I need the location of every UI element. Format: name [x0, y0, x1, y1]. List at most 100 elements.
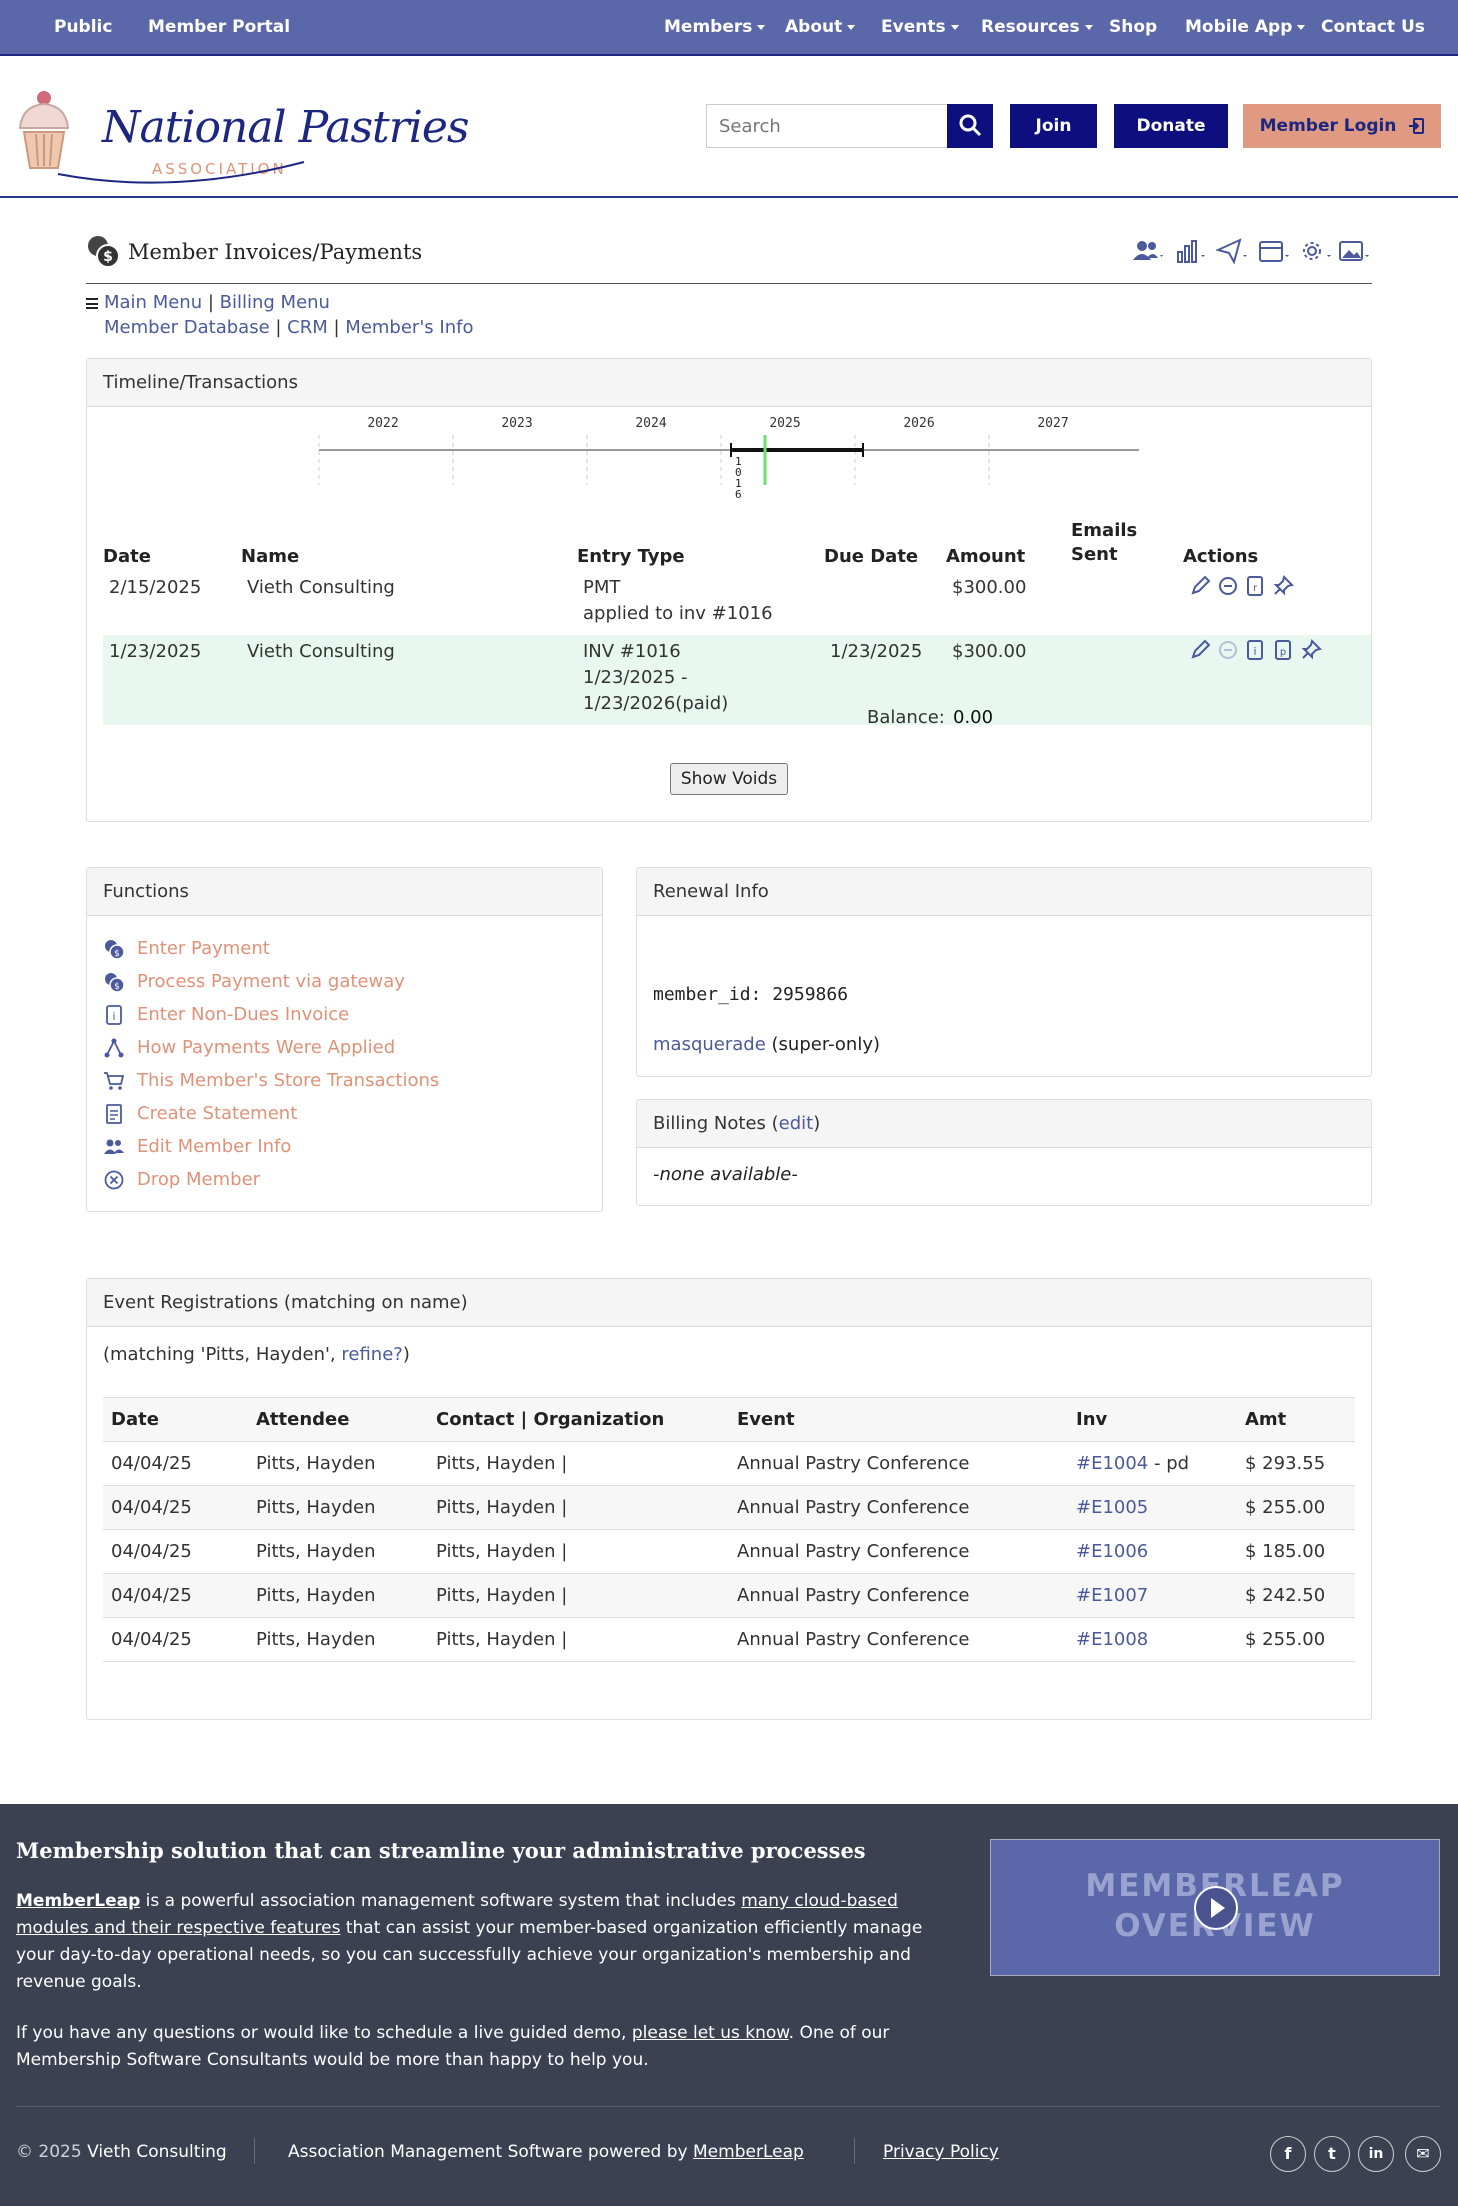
- billing-notes-paren: ): [813, 1113, 821, 1134]
- caret-down-icon: [950, 24, 959, 30]
- email-icon[interactable]: ✉: [1405, 2136, 1441, 2172]
- function-label: Enter Non-Dues Invoice: [137, 1004, 350, 1025]
- linkedin-icon[interactable]: in: [1358, 2136, 1394, 2172]
- footer-heading: Membership solution that can streamline …: [16, 1838, 866, 1863]
- nav-contact-us[interactable]: Contact Us: [1321, 0, 1425, 56]
- invoice-link[interactable]: #E1006: [1076, 1541, 1148, 1562]
- member-database-link[interactable]: Member Database: [104, 317, 270, 338]
- masquerade-link[interactable]: masquerade: [653, 1034, 766, 1055]
- overview-video[interactable]: MEMBERLEAP OVERVIEW: [990, 1839, 1440, 1976]
- function-store-transactions[interactable]: This Member's Store Transactions: [103, 1064, 439, 1097]
- join-button[interactable]: Join: [1010, 104, 1097, 148]
- coins-icon: $: [105, 973, 125, 993]
- events-matching: (matching 'Pitts, Hayden', refine?): [103, 1344, 410, 1365]
- pin-icon[interactable]: [1272, 575, 1295, 597]
- timeline-year-label: 2024: [635, 416, 666, 431]
- pdf-icon[interactable]: p: [1272, 639, 1294, 661]
- member-id: member_id: 2959866: [653, 984, 849, 1005]
- col-attendee: Attendee: [248, 1397, 428, 1442]
- logo-title: National Pastries: [102, 102, 469, 153]
- invoice-link[interactable]: #E1008: [1076, 1629, 1148, 1650]
- show-voids-button[interactable]: Show Voids: [670, 763, 788, 795]
- site-logo[interactable]: National Pastries ASSOCIATION: [14, 84, 469, 184]
- twitter-icon[interactable]: t: [1314, 2136, 1350, 2172]
- footer-separator: [854, 2138, 855, 2164]
- cog-icon[interactable]: [1300, 238, 1334, 264]
- crm-link[interactable]: CRM: [287, 317, 328, 338]
- invoice-link[interactable]: #E1007: [1076, 1585, 1148, 1606]
- pin-icon[interactable]: [1300, 639, 1322, 661]
- page-title-row: $ Member Invoices/Payments: [86, 230, 1372, 284]
- play-icon[interactable]: [1192, 1884, 1240, 1932]
- nav-about[interactable]: About: [785, 0, 856, 56]
- invoice-link[interactable]: #E1005: [1076, 1497, 1148, 1518]
- function-label: This Member's Store Transactions: [137, 1070, 440, 1091]
- nav-resources-label: Resources: [981, 17, 1080, 37]
- ev-inv: #E1004 - pd: [1068, 1441, 1237, 1486]
- void-icon[interactable]: [1217, 575, 1239, 597]
- send-icon[interactable]: [1216, 238, 1250, 264]
- nav-resources[interactable]: Resources: [981, 0, 1093, 56]
- svg-text:i: i: [112, 1010, 115, 1023]
- function-enter-payment[interactable]: $ Enter Payment: [103, 932, 439, 965]
- powered-by: Association Management Software powered …: [288, 2142, 804, 2162]
- image-icon[interactable]: [1338, 238, 1372, 264]
- invoice-info-icon[interactable]: i: [1244, 639, 1266, 661]
- tx-entry: INV #1016 1/23/2025 - 1/23/2026(paid): [577, 635, 824, 725]
- breadcrumb: Main Menu | Billing Menu Member Database…: [86, 290, 473, 340]
- col-event: Event: [729, 1397, 1068, 1442]
- col-actions: Actions: [1183, 546, 1259, 567]
- coins-icon: $: [105, 940, 125, 960]
- billing-menu-link[interactable]: Billing Menu: [220, 292, 330, 313]
- function-payments-applied[interactable]: How Payments Were Applied: [103, 1031, 439, 1064]
- timeline-heading: Timeline/Transactions: [87, 359, 1371, 407]
- renewal-panel: Renewal Info member_id: 2959866 masquera…: [636, 867, 1372, 1077]
- nav-shop[interactable]: Shop: [1109, 0, 1157, 56]
- function-edit-member-info[interactable]: Edit Member Info: [103, 1130, 439, 1163]
- search-input[interactable]: [706, 104, 948, 148]
- hamburger-icon[interactable]: [86, 297, 98, 309]
- nav-members[interactable]: Members: [664, 0, 766, 56]
- invoice-link[interactable]: #E1004: [1076, 1453, 1148, 1474]
- tx-entry-type: PMT: [583, 577, 621, 598]
- nav-public[interactable]: Public: [54, 0, 112, 56]
- member-login-button[interactable]: Member Login: [1243, 104, 1441, 148]
- edit-icon[interactable]: [1189, 639, 1211, 661]
- powered-link[interactable]: MemberLeap: [693, 2142, 804, 2162]
- bar-chart-icon[interactable]: [1174, 238, 1208, 264]
- function-non-dues-invoice[interactable]: i Enter Non-Dues Invoice: [103, 998, 439, 1031]
- function-drop-member[interactable]: Drop Member: [103, 1163, 439, 1196]
- privacy-policy-link[interactable]: Privacy Policy: [883, 2142, 999, 2162]
- function-create-statement[interactable]: Create Statement: [103, 1097, 439, 1130]
- function-process-payment[interactable]: $ Process Payment via gateway: [103, 965, 439, 998]
- donate-button[interactable]: Donate: [1114, 104, 1228, 148]
- edit-icon[interactable]: [1189, 575, 1211, 597]
- facebook-icon[interactable]: f: [1270, 2136, 1306, 2172]
- refine-link[interactable]: refine?: [341, 1344, 402, 1365]
- nav-mobile-app[interactable]: Mobile App: [1185, 0, 1306, 56]
- nav-events[interactable]: Events: [881, 0, 959, 56]
- contact-link[interactable]: please let us know: [632, 2023, 789, 2043]
- calendar-icon[interactable]: [1258, 238, 1292, 264]
- col-name: Name: [241, 546, 300, 567]
- users-icon[interactable]: [1132, 238, 1166, 264]
- timeline-panel: Timeline/Transactions 2022 2023 2024 2025 20…: [86, 358, 1372, 822]
- timeline-year-label: 2026: [903, 416, 934, 431]
- ev-inv: #E1007: [1068, 1573, 1237, 1618]
- billing-notes-edit-link[interactable]: edit: [779, 1113, 814, 1134]
- ev-attendee: Pitts, Hayden: [248, 1485, 428, 1530]
- ev-contact: Pitts, Hayden |: [428, 1441, 729, 1486]
- svg-text:r: r: [1253, 583, 1258, 594]
- timeline-year-label: 2022: [367, 416, 398, 431]
- receipt-icon[interactable]: r: [1244, 575, 1266, 597]
- search-button[interactable]: [947, 104, 993, 148]
- main-menu-link[interactable]: Main Menu: [104, 292, 202, 313]
- transaction-row: 1/23/2025 Vieth Consulting INV #1016 1/23…: [103, 635, 1371, 725]
- billing-notes-panel: Billing Notes (edit) -none available-: [636, 1099, 1372, 1206]
- site-header: National Pastries ASSOCIATION Join Donat…: [0, 56, 1458, 198]
- members-info-link[interactable]: Member's Info: [345, 317, 473, 338]
- ev-contact: Pitts, Hayden |: [428, 1617, 729, 1662]
- nav-member-portal[interactable]: Member Portal: [148, 0, 290, 56]
- ev-attendee: Pitts, Hayden: [248, 1617, 428, 1662]
- memberleap-link[interactable]: MemberLeap: [16, 1891, 140, 1911]
